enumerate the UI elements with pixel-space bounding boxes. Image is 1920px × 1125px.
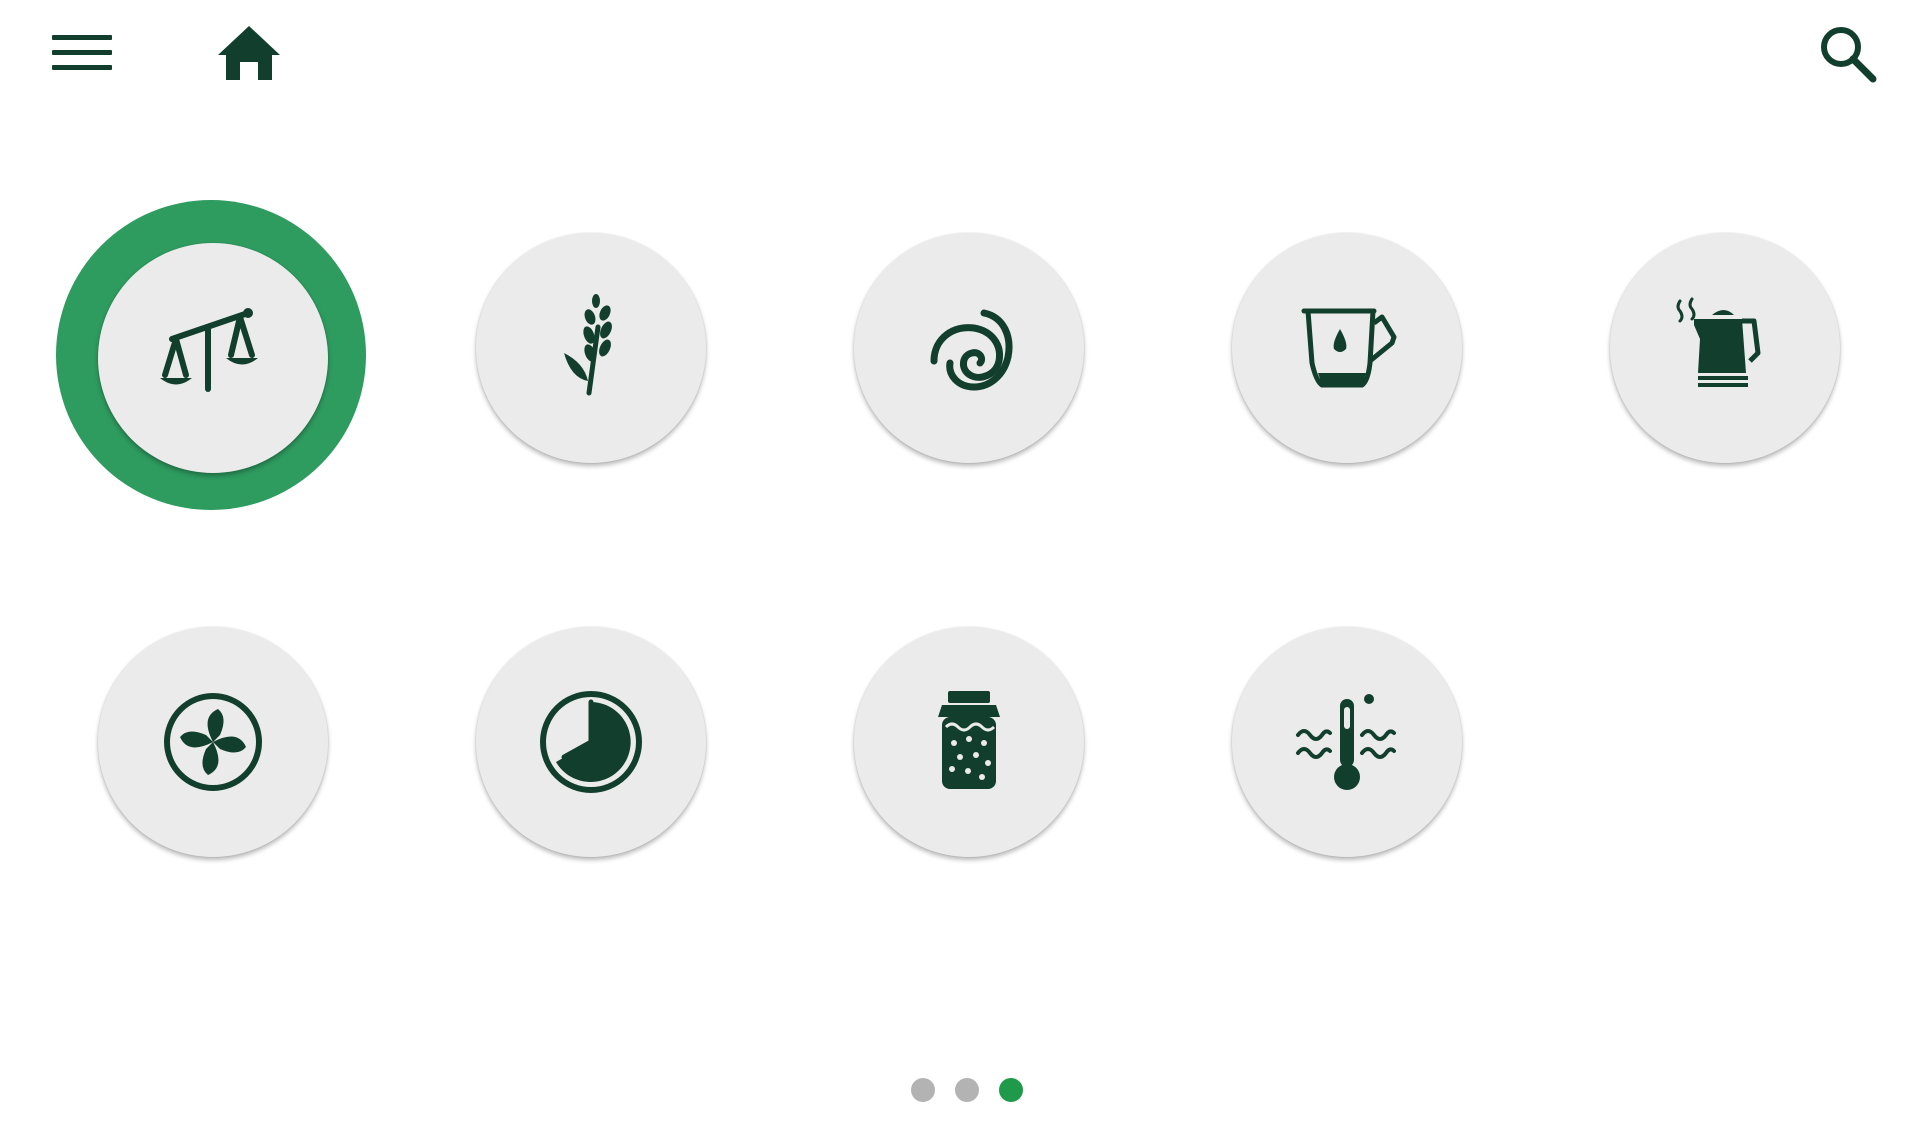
program-tile-thermometer[interactable] [1232,627,1462,857]
program-tile-jam[interactable] [854,627,1084,857]
page-dot-1[interactable] [911,1078,935,1102]
program-tile-dough[interactable] [854,233,1084,463]
program-tile-turbo[interactable] [98,627,328,857]
page-dot-3-active[interactable] [999,1078,1023,1102]
turbo-fan-icon [164,693,262,791]
page-dot-2[interactable] [955,1078,979,1102]
program-tile-jug[interactable] [1232,233,1462,463]
program-grid [0,0,1920,1125]
kettle-icon [1676,297,1761,387]
program-tile-kettle[interactable] [1610,233,1840,463]
jam-jar-icon [938,691,1000,789]
program-tile-wheat[interactable] [476,233,706,463]
wheat-icon [564,294,612,396]
timer-clock-icon [540,691,642,793]
jug-water-drop-icon [1301,308,1397,388]
program-tile-timer[interactable] [476,627,706,857]
page-indicator [0,1078,1920,1104]
thermometer-heat-icon [1296,694,1396,790]
scale-icon [160,308,258,392]
dough-spiral-icon [930,309,1013,391]
program-tile-scale[interactable] [98,243,328,473]
